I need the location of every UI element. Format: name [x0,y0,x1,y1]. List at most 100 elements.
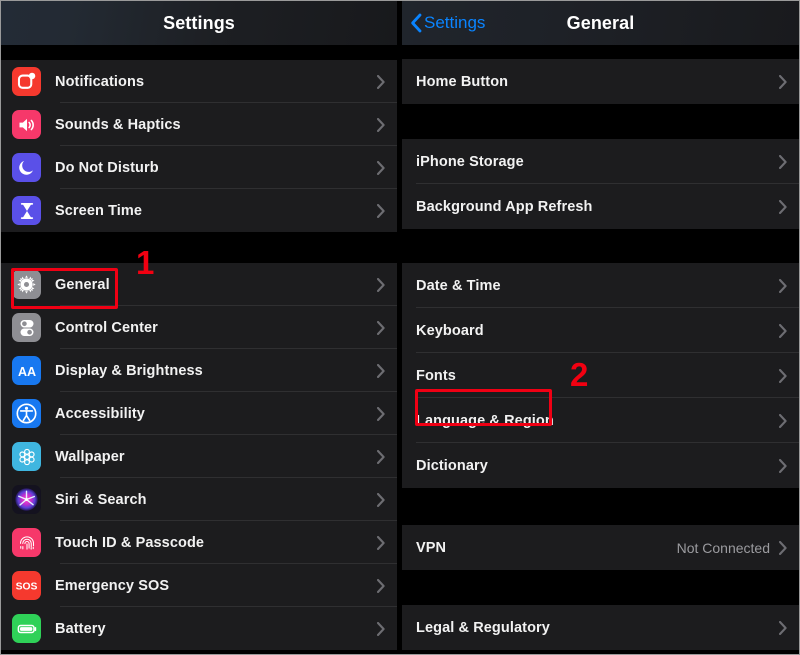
chevron-right-icon [779,324,787,338]
general-gear-icon [12,270,41,299]
chevron-right-icon [377,278,385,292]
general-detail-panel: Settings General Home Button iPhone Stor… [402,1,799,654]
display-brightness-icon: AA [12,356,41,385]
sidebar-item-control-center[interactable]: Control Center [1,306,397,349]
settings-list-panel: Settings Notifications [1,1,397,654]
chevron-right-icon [779,279,787,293]
sidebar-item-touch-id-passcode[interactable]: Touch ID & Passcode [1,521,397,564]
list-item-label: VPN [416,540,677,556]
chevron-left-icon [410,13,422,33]
siri-search-icon [12,485,41,514]
list-item-fonts[interactable]: Fonts [402,353,799,398]
section-spacer [402,488,799,525]
section-spacer [402,104,799,139]
notifications-icon [12,67,41,96]
sidebar-item-label: Display & Brightness [55,363,377,379]
list-item-dictionary[interactable]: Dictionary [402,443,799,488]
chevron-right-icon [377,321,385,335]
sounds-haptics-icon [12,110,41,139]
sidebar-item-notifications[interactable]: Notifications [1,60,397,103]
general-group-3: Date & Time Keyboard Fonts Language & Re… [402,263,799,488]
chevron-right-icon [779,459,787,473]
sidebar-item-sounds-haptics[interactable]: Sounds & Haptics [1,103,397,146]
back-button[interactable]: Settings [410,1,485,45]
chevron-right-icon [377,407,385,421]
chevron-right-icon [377,118,385,132]
settings-group-2: General Control Center [1,263,397,650]
list-item-vpn[interactable]: VPN Not Connected [402,525,799,570]
back-button-label: Settings [424,13,485,33]
chevron-right-icon [779,155,787,169]
chevron-right-icon [377,75,385,89]
sidebar-item-wallpaper[interactable]: Wallpaper [1,435,397,478]
section-spacer [402,229,799,263]
settings-title: Settings [163,13,235,34]
accessibility-icon [12,399,41,428]
chevron-right-icon [377,450,385,464]
sidebar-item-do-not-disturb[interactable]: Do Not Disturb [1,146,397,189]
chevron-right-icon [377,204,385,218]
chevron-right-icon [377,493,385,507]
sidebar-item-label: Battery [55,621,377,637]
general-group-5: Legal & Regulatory [402,605,799,650]
sidebar-item-display-brightness[interactable]: AA Display & Brightness [1,349,397,392]
svg-text:SOS: SOS [16,582,38,593]
sidebar-item-label: Screen Time [55,203,377,219]
sidebar-item-label: Sounds & Haptics [55,117,377,133]
control-center-icon [12,313,41,342]
general-title: General [567,13,635,34]
list-item-language-region[interactable]: Language & Region [402,398,799,443]
sidebar-item-label: Touch ID & Passcode [55,535,377,551]
sidebar-item-emergency-sos[interactable]: SOS Emergency SOS [1,564,397,607]
chevron-right-icon [779,200,787,214]
sidebar-item-accessibility[interactable]: Accessibility [1,392,397,435]
sidebar-item-label: Notifications [55,74,377,90]
sidebar-item-siri-search[interactable]: Siri & Search [1,478,397,521]
chevron-right-icon [377,161,385,175]
chevron-right-icon [377,364,385,378]
general-navbar: Settings General [402,1,799,45]
chevron-right-icon [779,621,787,635]
section-spacer [1,45,397,60]
sidebar-item-label: Emergency SOS [55,578,377,594]
list-item-label: Dictionary [416,458,779,474]
list-item-label: Date & Time [416,278,779,294]
sidebar-item-battery[interactable]: Battery [1,607,397,650]
wallpaper-icon [12,442,41,471]
chevron-right-icon [779,414,787,428]
chevron-right-icon [377,622,385,636]
list-item-home-button[interactable]: Home Button [402,59,799,104]
list-item-iphone-storage[interactable]: iPhone Storage [402,139,799,184]
sidebar-item-label: Wallpaper [55,449,377,465]
screen-time-icon [12,196,41,225]
sidebar-item-label: General [55,277,377,293]
settings-navbar: Settings [1,1,397,45]
chevron-right-icon [779,75,787,89]
chevron-right-icon [779,369,787,383]
list-item-label: Language & Region [416,413,779,429]
general-group-1: Home Button [402,59,799,104]
chevron-right-icon [779,541,787,555]
sidebar-item-label: Siri & Search [55,492,377,508]
list-item-date-time[interactable]: Date & Time [402,263,799,308]
settings-group-1: Notifications Sounds & Haptics [1,60,397,232]
list-item-background-app-refresh[interactable]: Background App Refresh [402,184,799,229]
vpn-status-value: Not Connected [677,540,770,556]
list-item-label: Background App Refresh [416,199,779,215]
section-spacer [402,570,799,605]
chevron-right-icon [377,536,385,550]
list-item-keyboard[interactable]: Keyboard [402,308,799,353]
do-not-disturb-icon [12,153,41,182]
general-group-2: iPhone Storage Background App Refresh [402,139,799,229]
list-item-label: Fonts [416,368,779,384]
sidebar-item-label: Accessibility [55,406,377,422]
list-item-label: iPhone Storage [416,154,779,170]
chevron-right-icon [377,579,385,593]
touch-id-icon [12,528,41,557]
list-item-legal-regulatory[interactable]: Legal & Regulatory [402,605,799,650]
sidebar-item-general[interactable]: General [1,263,397,306]
sidebar-item-screen-time[interactable]: Screen Time [1,189,397,232]
list-item-label: Keyboard [416,323,779,339]
svg-text:AA: AA [17,364,35,378]
sidebar-item-label: Do Not Disturb [55,160,377,176]
